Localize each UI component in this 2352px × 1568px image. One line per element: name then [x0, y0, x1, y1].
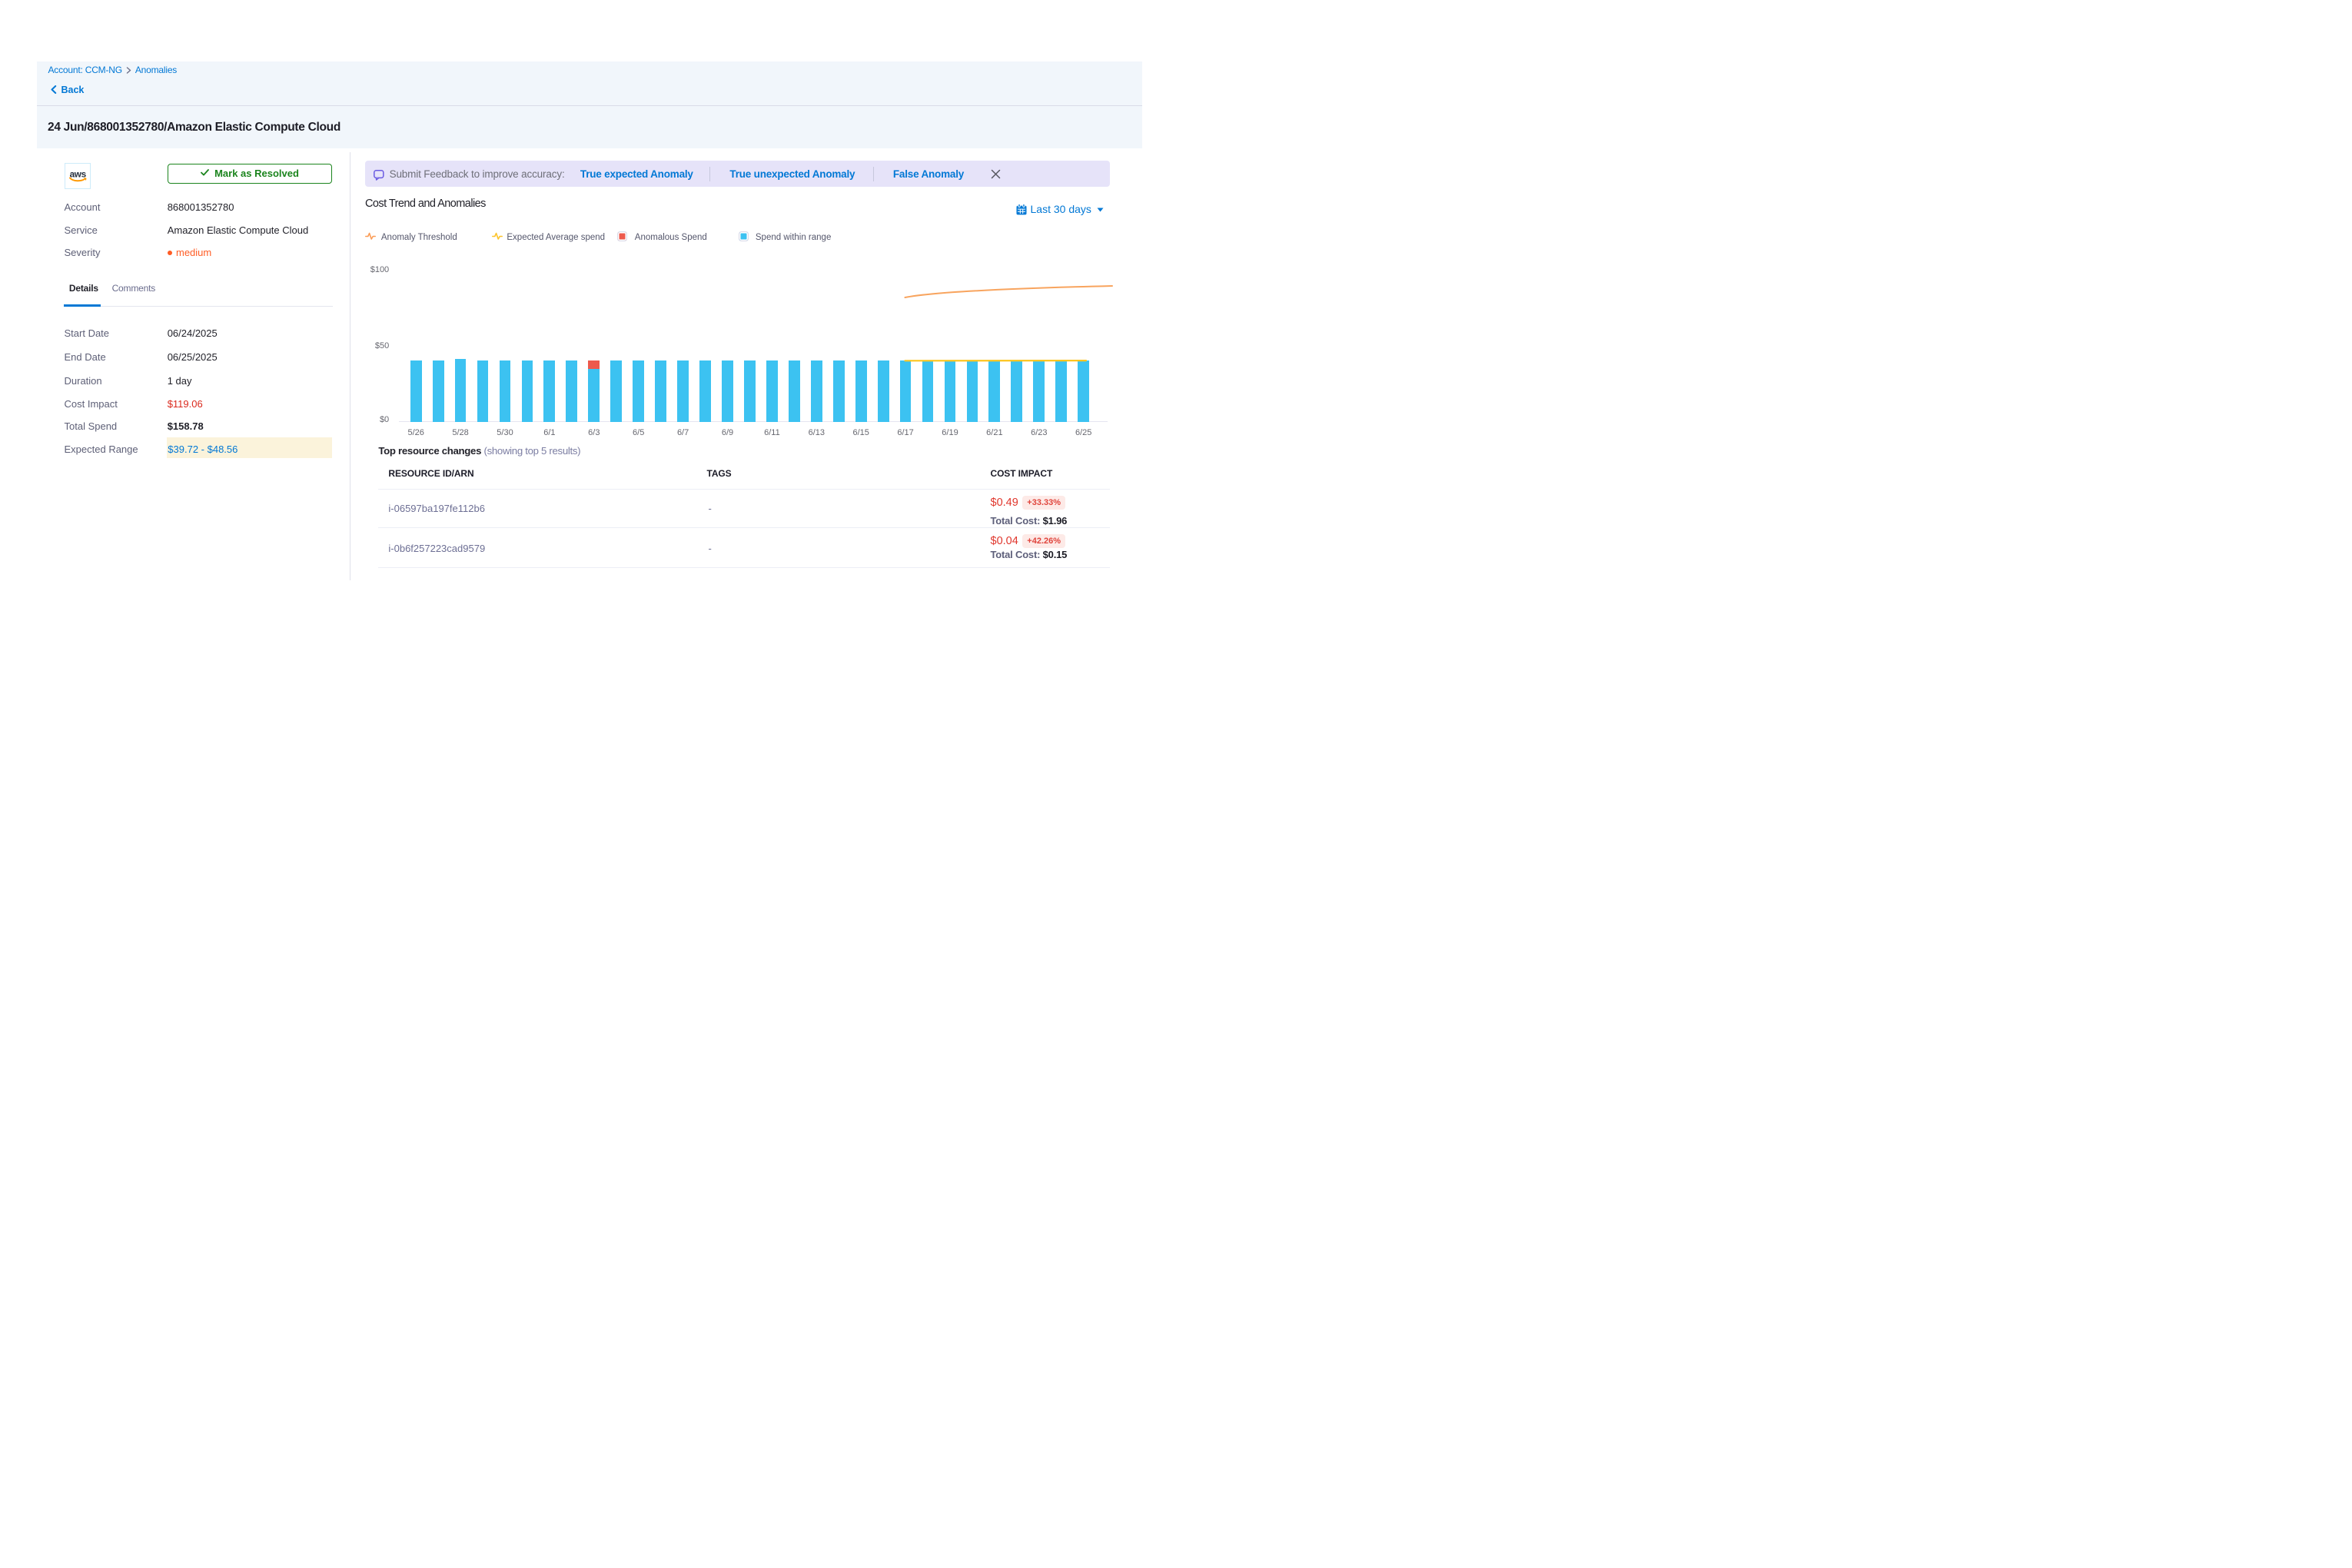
svg-text:aws: aws — [69, 168, 86, 179]
